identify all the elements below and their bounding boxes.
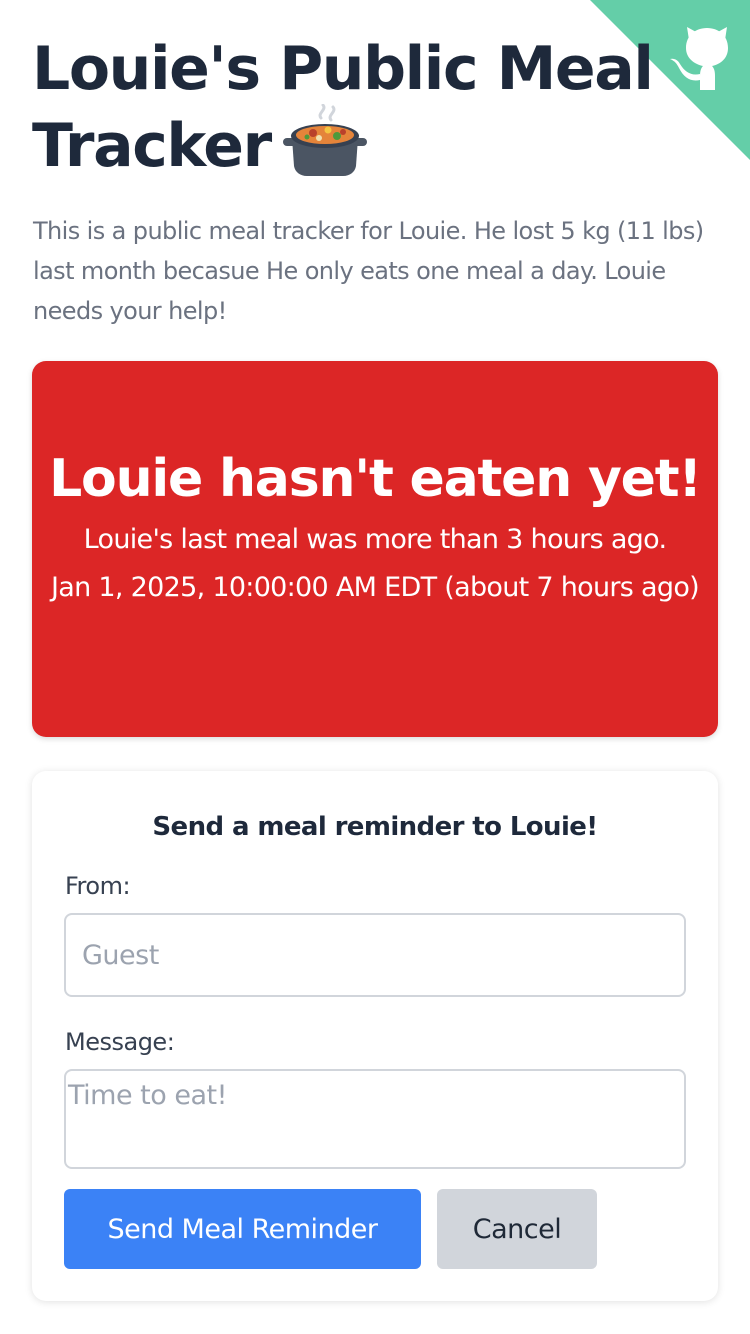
message-label: Message: (65, 1028, 175, 1056)
intro-text: This is a public meal tracker for Louie.… (33, 217, 704, 325)
page-title: Louie's Public Meal Tracker (32, 34, 672, 193)
message-input[interactable] (64, 1069, 686, 1169)
last-meal-message: Louie's last meal was more than 3 hours … (83, 524, 667, 555)
cooking-pot-icon (282, 103, 367, 193)
send-reminder-button[interactable]: Send Meal Reminder (64, 1189, 421, 1269)
page: Louie's Public Meal Tracker This is a pu… (0, 0, 750, 1334)
cancel-button[interactable]: Cancel (437, 1189, 597, 1269)
from-input[interactable] (64, 913, 686, 997)
from-label: From: (65, 872, 131, 900)
status-title: Louie hasn't eaten yet! (49, 449, 702, 509)
reminder-form-title: Send a meal reminder to Louie! (152, 812, 598, 842)
last-meal-time: Jan 1, 2025, 10:00:00 AM EDT (about 7 ho… (51, 572, 700, 603)
status-subtitle: Louie's last meal was more than 3 hours … (40, 516, 710, 612)
